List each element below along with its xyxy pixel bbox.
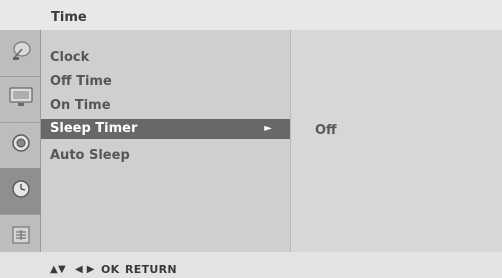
osd-menu-screen: Time Clock Off Time On Time Sleep Timer … <box>0 0 502 278</box>
sidebar-item-channel[interactable] <box>0 30 41 77</box>
clock-time-icon <box>10 178 32 204</box>
menu-list-panel: Clock Off Time On Time Sleep Timer ► Aut… <box>41 30 290 252</box>
option-grid-icon <box>11 225 31 249</box>
tv-picture-icon <box>8 86 34 112</box>
sleep-timer-value[interactable]: Off <box>315 123 337 139</box>
menu-item-clock[interactable]: Clock <box>41 48 290 68</box>
ok-hint: OK <box>101 263 120 276</box>
menu-item-label: Off Time <box>50 74 112 89</box>
up-down-arrows-icon: ▲▼ <box>50 264 66 275</box>
title-bar: Time <box>0 0 502 30</box>
menu-item-on-time[interactable]: On Time <box>41 96 290 116</box>
sidebar-item-sound[interactable] <box>0 122 41 169</box>
menu-item-sleep-timer[interactable]: Sleep Timer ► <box>41 119 290 139</box>
navigation-hint-bar: ▲▼ ◀ ▶ OK RETURN <box>0 252 502 278</box>
category-icon-bar <box>0 30 41 252</box>
submenu-arrow-icon: ► <box>264 123 272 134</box>
sidebar-item-picture[interactable] <box>0 76 41 123</box>
menu-item-off-time[interactable]: Off Time <box>41 72 290 92</box>
speaker-sound-icon <box>10 132 32 158</box>
menu-title: Time <box>51 10 87 25</box>
satellite-dish-icon <box>9 39 33 67</box>
value-panel: Off <box>290 30 502 252</box>
menu-item-label: Sleep Timer <box>50 121 138 136</box>
menu-item-auto-sleep[interactable]: Auto Sleep <box>41 146 290 166</box>
sidebar-item-time[interactable] <box>0 168 41 215</box>
menu-item-label: On Time <box>50 98 111 113</box>
left-right-arrows-icon: ◀ ▶ <box>75 264 95 275</box>
return-hint: RETURN <box>125 263 177 276</box>
menu-item-label: Auto Sleep <box>50 148 130 163</box>
menu-item-label: Clock <box>50 50 90 65</box>
